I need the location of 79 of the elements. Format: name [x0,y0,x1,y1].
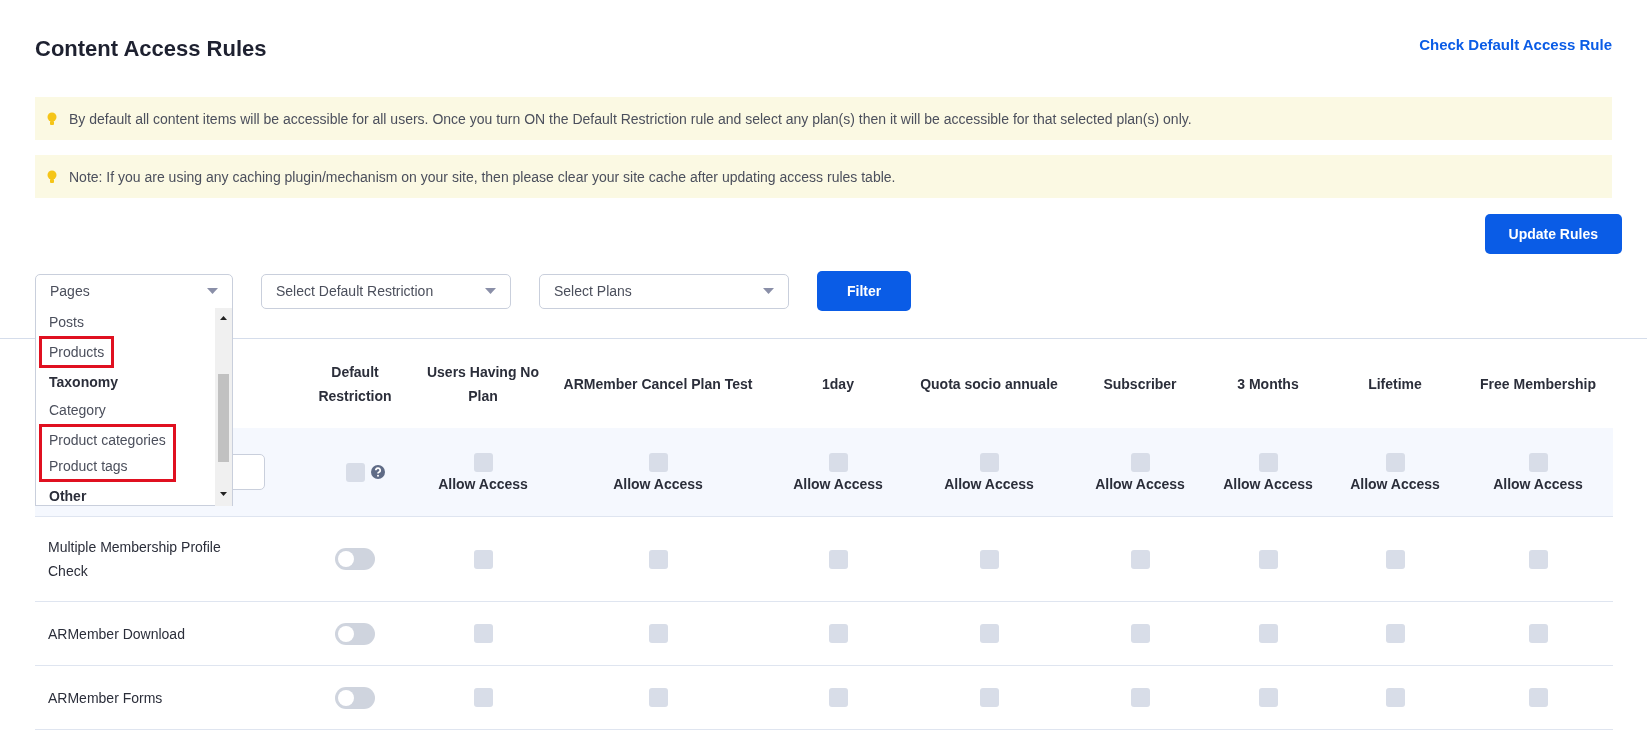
column-header: Subscriber [1102,374,1178,394]
allow-access-label: Allow Access [1493,475,1583,492]
update-rules-button[interactable]: Update Rules [1484,214,1622,254]
checkbox[interactable] [1258,452,1278,472]
lightbulb-icon [47,169,57,184]
toggle-switch[interactable] [335,686,375,709]
checkbox[interactable] [473,688,493,707]
select-dropdown[interactable]: Select Default Restriction [261,273,511,309]
column-header: 1day [821,374,855,394]
checkbox[interactable] [648,624,668,643]
checkbox[interactable] [1130,452,1150,472]
checkbox[interactable] [1130,624,1150,643]
allow-access-label: Allow Access [613,475,703,492]
checkbox[interactable] [1258,624,1278,643]
content-name: Multiple Membership Profile Check [35,517,291,602]
caret-down-icon [485,288,496,294]
checkbox[interactable] [1385,624,1405,643]
checkbox[interactable] [648,452,668,472]
checkbox[interactable] [828,549,848,569]
check-default-rule-link[interactable]: Check Default Access Rule [1419,36,1612,53]
help-icon[interactable] [370,465,385,479]
checkbox[interactable] [1258,688,1278,707]
toggle-switch[interactable] [335,622,375,645]
column-header: Quota socio annuale [919,374,1059,394]
checkbox[interactable] [345,462,365,482]
notice-text: Note: If you are using any caching plugin/mechanism on your site, then please clear your site cache after updating access rules table. [69,168,896,185]
checkbox[interactable] [1528,549,1548,569]
caret-down-icon [207,288,218,294]
dropdown-group-label: Taxonomy [48,372,119,392]
allow-access-label: Allow Access [944,475,1034,492]
checkbox[interactable] [1258,549,1278,569]
checkbox[interactable] [1385,549,1405,569]
checkbox[interactable] [979,549,999,569]
lightbulb-icon [47,111,57,126]
dropdown-option[interactable]: Product categories [42,426,173,453]
scrollbar[interactable] [215,307,232,505]
checkbox[interactable] [648,549,668,569]
dropdown-option[interactable]: Products [42,338,112,365]
content-name: ARMember Download [35,602,291,666]
checkbox[interactable] [828,688,848,707]
checkbox[interactable] [473,452,493,472]
allow-access-label: Allow Access [438,475,528,492]
select-dropdown[interactable]: Pages [35,273,233,309]
dropdown-group-label: Other [48,486,88,505]
checkbox[interactable] [1528,624,1548,643]
column-header: Users Having No Plan [425,362,540,406]
checkbox[interactable] [979,688,999,707]
dropdown-option[interactable]: Product tags [42,452,173,479]
checkbox[interactable] [828,452,848,472]
checkbox[interactable] [473,549,493,569]
content-name: ARMember Forms [35,666,291,730]
select-dropdown[interactable]: Select Plans [539,273,789,309]
dropdown-option[interactable]: Category [39,395,215,424]
column-header: ARMember Cancel Plan Test [562,374,754,394]
allow-access-label: Allow Access [793,475,883,492]
checkbox[interactable] [1385,452,1405,472]
column-header: Lifetime [1367,374,1423,394]
filter-button[interactable]: Filter [817,271,912,311]
notice-text: By default all content items will be accessible for all users. Once you turn ON the Default Restriction rule and select any plan(s) then it will be accessible for that selected plan(s) only. [69,110,1192,127]
checkbox[interactable] [473,624,493,643]
caret-down-icon [763,288,774,294]
column-header: 3 Months [1236,374,1300,394]
checkbox[interactable] [979,624,999,643]
checkbox[interactable] [1385,688,1405,707]
page-title: Content Access Rules [35,36,267,62]
checkbox[interactable] [1528,688,1548,707]
checkbox[interactable] [648,688,668,707]
toggle-switch[interactable] [335,548,375,570]
allow-access-label: Allow Access [1350,475,1440,492]
checkbox[interactable] [828,624,848,643]
allow-access-label: Allow Access [1223,475,1313,492]
column-header: Default Restriction [317,362,393,406]
checkbox[interactable] [979,452,999,472]
column-header: Free Membership [1479,374,1597,394]
checkbox[interactable] [1130,688,1150,707]
dropdown-option[interactable]: Posts [39,307,215,336]
checkbox[interactable] [1130,549,1150,569]
allow-access-label: Allow Access [1095,475,1185,492]
checkbox[interactable] [1528,452,1548,472]
